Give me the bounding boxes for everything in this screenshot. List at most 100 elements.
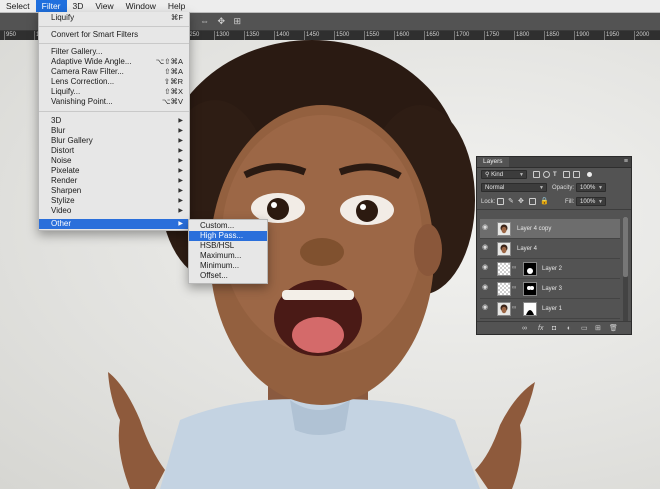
layers-tab-bar: Layers ≡ [477,157,631,168]
lock-all-icon[interactable]: 🔒 [540,195,549,209]
chain-link-icon[interactable]: ∞ [512,305,516,311]
visibility-eye-icon[interactable]: ◉ [482,244,490,251]
menu-item-3d[interactable]: 3D ▶ [39,116,189,126]
layer-mask-thumbnail[interactable] [523,302,537,316]
visibility-eye-icon[interactable]: ◉ [482,284,490,291]
chevron-down-icon: ▼ [598,199,603,205]
ruler-tick: 1700 [454,31,470,40]
menu-help[interactable]: Help [162,0,191,12]
lock-artboard-icon[interactable] [529,198,536,205]
submenu-item-minimum[interactable]: Minimum... [189,261,267,271]
fill-field[interactable]: 100% ▼ [576,197,606,206]
menu-select[interactable]: Select [0,0,36,12]
kind-filter-label: Kind [491,172,504,178]
scrollbar-thumb[interactable] [623,217,628,277]
blend-opacity-row: Normal ▼ Opacity: 100% ▼ [477,182,631,194]
link-layers-icon[interactable]: ∞ [522,324,527,333]
trash-icon[interactable]: 🗑 [609,324,618,333]
layers-bottom-toolbar: ∞ fx ◘ ◐ ▭ ⊞ 🗑 [477,321,631,335]
menu-item-stylize[interactable]: Stylize ▶ [39,196,189,206]
panel-menu-icon[interactable]: ≡ [624,157,628,167]
fill-label: Fill: [565,199,575,205]
ruler-tick: 1500 [334,31,350,40]
submenu-item-custom[interactable]: Custom... [189,221,267,231]
mask-shape [527,286,534,290]
layer-row-layer-4-copy[interactable]: ◉ Layer 4 copy [480,219,620,239]
chain-link-icon[interactable]: ∞ [512,265,516,271]
filter-adjustment-icon[interactable] [543,171,550,178]
add-mask-icon[interactable]: ◘ [552,324,556,333]
visibility-eye-icon[interactable]: ◉ [482,264,490,271]
menu-filter[interactable]: Filter [35,0,67,12]
menu-item-sharpen[interactable]: Sharpen ▶ [39,186,189,196]
menu-item-pixelate[interactable]: Pixelate ▶ [39,166,189,176]
new-layer-icon[interactable]: ⊞ [595,324,601,333]
filter-toggle-icon[interactable] [587,172,592,177]
menu-item-render[interactable]: Render ▶ [39,176,189,186]
layer-row-layer-2[interactable]: ◉ ∞ Layer 2 [480,259,620,279]
menu-item-shortcut: ⇧⌘A [164,67,183,76]
menu-item-convert-smart-filters[interactable]: Convert for Smart Filters [39,30,189,40]
ruler-tick: 1450 [304,31,320,40]
submenu-item-maximum[interactable]: Maximum... [189,251,267,261]
chain-link-icon[interactable]: ∞ [512,285,516,291]
layer-row-layer-4[interactable]: ◉ Layer 4 [480,239,620,259]
menu-item-label: Lens Correction... [51,77,115,86]
menu-item-noise[interactable]: Noise ▶ [39,156,189,166]
menu-item-shortcut: ⇧⌘R [163,77,183,86]
new-group-icon[interactable]: ▭ [581,324,588,333]
menu-item-label: 3D [51,116,62,125]
menu-item-vanishing-point[interactable]: Vanishing Point... ⌥⌘V [39,97,189,107]
filter-pixel-icon[interactable] [533,171,540,178]
menu-item-distort[interactable]: Distort ▶ [39,146,189,156]
layer-row-layer-3[interactable]: ◉ ∞ Layer 3 [480,279,620,299]
menu-3d[interactable]: 3D [67,0,90,12]
layers-scrollbar[interactable] [623,217,628,322]
lock-image-pixels-icon[interactable]: ✎ [508,195,514,209]
opacity-field[interactable]: 100% ▼ [576,183,606,192]
menu-item-camera-raw-filter[interactable]: Camera Raw Filter... ⇧⌘A [39,67,189,77]
menu-item-lens-correction[interactable]: Lens Correction... ⇧⌘R [39,77,189,87]
menu-item-video[interactable]: Video ▶ [39,206,189,216]
kind-filter-select[interactable]: ⚲ Kind ▼ [481,170,527,179]
menu-item-other[interactable]: Other ▶ [39,219,189,229]
lock-position-icon[interactable]: ✥ [518,195,524,209]
lock-transparent-pixels-icon[interactable] [497,198,504,205]
menu-item-blur[interactable]: Blur ▶ [39,126,189,136]
ruler-tick: 1950 [604,31,620,40]
submenu-item-offset[interactable]: Offset... [189,271,267,281]
menu-separator [39,111,189,112]
filter-menu: Liquify ⌘F Convert for Smart Filters Fil… [38,12,190,231]
filter-smart-object-icon[interactable] [573,171,580,178]
submenu-item-high-pass[interactable]: High Pass... [189,231,267,241]
menu-item-label: Adaptive Wide Angle... [51,57,132,66]
visibility-eye-icon[interactable]: ◉ [482,304,490,311]
layer-thumbnail [497,262,511,276]
filter-type-icon[interactable]: T [553,169,557,181]
layer-mask-thumbnail[interactable] [523,282,537,296]
visibility-eye-icon[interactable]: ◉ [482,224,490,231]
ruler-tick: 1900 [574,31,590,40]
submenu-item-hsb-hsl[interactable]: HSB/HSL [189,241,267,251]
menu-item-filter-gallery[interactable]: Filter Gallery... [39,47,189,57]
menu-view[interactable]: View [89,0,119,12]
menu-item-label: Distort [51,146,75,155]
ruler-tick: 1800 [514,31,530,40]
fx-icon[interactable]: fx [538,324,543,333]
adjustment-layer-icon[interactable]: ◐ [567,324,571,333]
layer-mask-thumbnail[interactable] [523,262,537,276]
filter-shape-icon[interactable] [563,171,570,178]
menu-item-liquify[interactable]: Liquify... ⇧⌘X [39,87,189,97]
menu-window[interactable]: Window [120,0,162,12]
submenu-arrow-icon: ▶ [178,138,183,144]
menu-item-blur-gallery[interactable]: Blur Gallery ▶ [39,136,189,146]
menu-item-last-filter[interactable]: Liquify ⌘F [39,13,189,23]
menu-item-adaptive-wide-angle[interactable]: Adaptive Wide Angle... ⌥⇧⌘A [39,57,189,67]
ruler-tick: 950 [4,31,17,40]
align-icons[interactable]: ⇔ ✥ ⊞ [200,16,244,27]
blend-mode-select[interactable]: Normal ▼ [481,183,547,192]
layer-row-layer-1[interactable]: ◉ ∞ Layer 1 [480,299,620,319]
tab-layers[interactable]: Layers [477,157,509,167]
menu-item-label: Vanishing Point... [51,97,113,106]
ruler-tick: 1350 [244,31,260,40]
